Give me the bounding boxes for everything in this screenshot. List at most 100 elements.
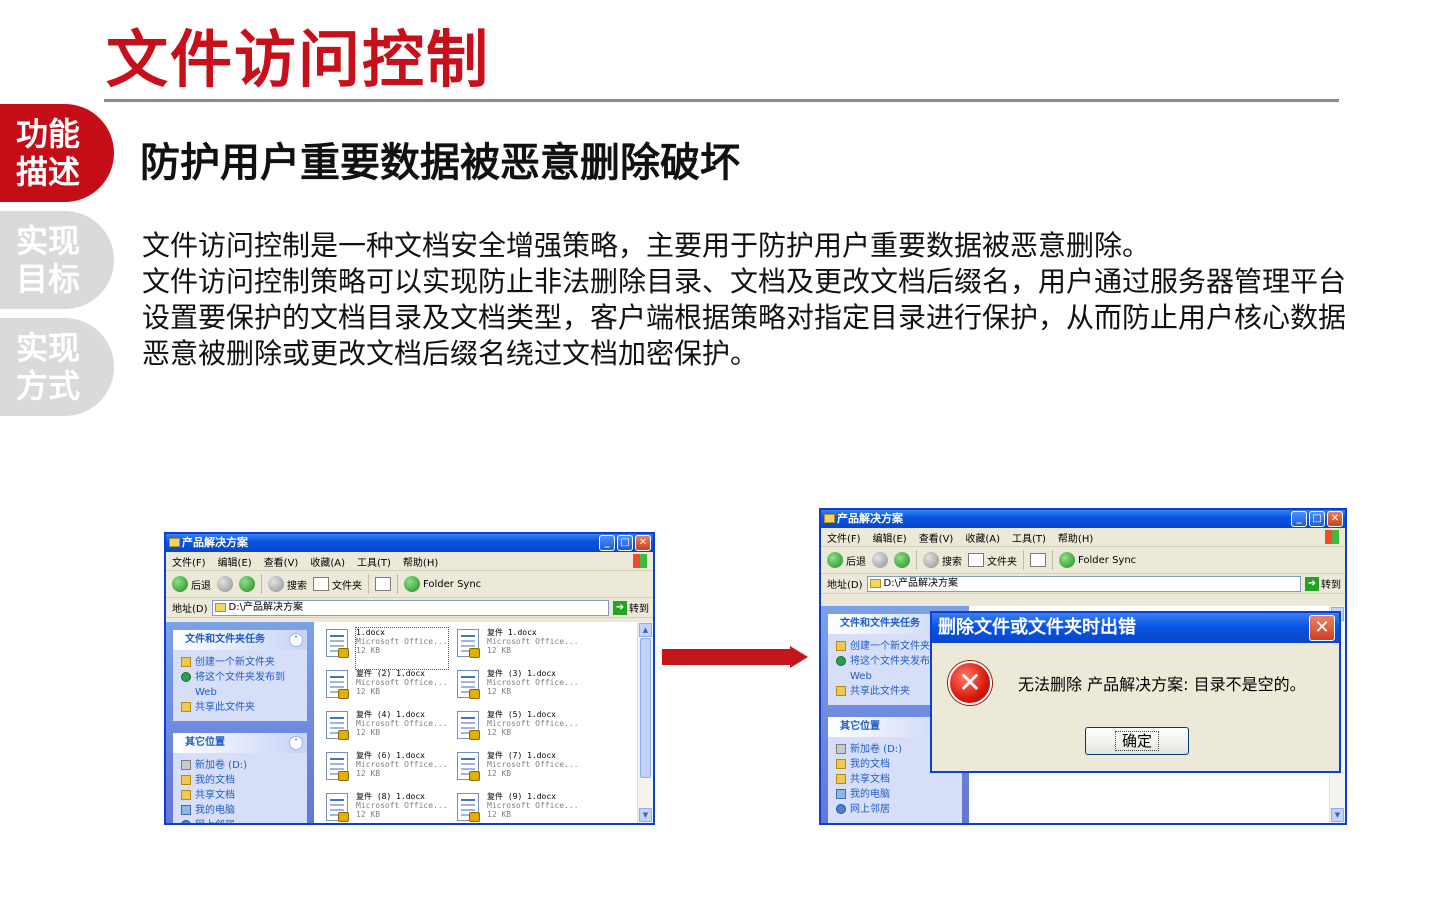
back-arrow-icon xyxy=(827,552,843,568)
file-item[interactable]: 1.docx Microsoft Office... 12 KB xyxy=(322,627,453,670)
other-places-panel: 其它位置 ˄ 新加卷 (D:) 我的文档 共享文档 我的电脑 网上邻居 xyxy=(173,733,307,823)
collapse-icon[interactable]: ˄ xyxy=(289,736,303,750)
scroll-down-icon[interactable]: ▼ xyxy=(1331,808,1344,822)
menu-favorites[interactable]: 收藏(A) xyxy=(310,554,345,569)
minimize-icon[interactable]: _ xyxy=(1291,511,1307,527)
ok-button[interactable]: 确定 xyxy=(1085,727,1189,755)
forward-button[interactable] xyxy=(872,552,888,568)
share-folder-icon xyxy=(836,686,846,696)
menu-favorites[interactable]: 收藏(A) xyxy=(965,530,1000,545)
file-item[interactable]: 复件 (6) 1.docx Microsoft Office... 12 KB xyxy=(322,751,453,792)
scroll-up-icon[interactable]: ▲ xyxy=(639,623,652,637)
folder-sync-icon xyxy=(1059,552,1075,568)
file-item[interactable]: 复件 (7) 1.docx Microsoft Office... 12 KB xyxy=(453,751,584,792)
side-tab-label: 实现 xyxy=(15,222,80,260)
maximize-icon[interactable]: □ xyxy=(1309,511,1325,527)
menu-file[interactable]: 文件(F) xyxy=(172,554,206,569)
views-button[interactable] xyxy=(375,577,391,591)
word-document-icon xyxy=(322,751,352,785)
close-icon[interactable]: ✕ xyxy=(1309,615,1335,641)
network-icon xyxy=(836,804,846,814)
search-button[interactable]: 搜索 xyxy=(923,552,962,568)
vertical-scrollbar[interactable]: ▲ ▼ xyxy=(637,622,653,823)
search-button[interactable]: 搜索 xyxy=(268,576,307,592)
file-item[interactable]: 复件 (2) 1.docx Microsoft Office... 12 KB xyxy=(322,669,453,710)
folder-sync-button[interactable]: Folder Sync xyxy=(404,576,481,592)
task-new-folder[interactable]: 创建一个新文件夹 xyxy=(181,655,301,670)
toolbar: 后退 搜索 文件夹 Folder Sync xyxy=(166,571,653,598)
go-button[interactable]: ➜ 转到 xyxy=(1305,576,1341,591)
place-my-computer[interactable]: 我的电脑 xyxy=(836,787,956,802)
maximize-icon[interactable]: □ xyxy=(617,535,633,551)
other-places-header[interactable]: 其它位置 ˄ xyxy=(173,733,307,753)
menu-tools[interactable]: 工具(T) xyxy=(357,554,391,569)
forward-button[interactable] xyxy=(217,576,233,592)
file-item[interactable]: 复件 1.docx Microsoft Office... 12 KB xyxy=(453,628,584,669)
side-tab-goal[interactable]: 实现 目标 xyxy=(0,211,114,309)
up-button[interactable] xyxy=(894,552,910,568)
collapse-icon[interactable]: ˄ xyxy=(289,633,303,647)
file-item[interactable]: 复件 (8) 1.docx Microsoft Office... 12 KB xyxy=(322,792,453,823)
folder-sync-button[interactable]: Folder Sync xyxy=(1059,552,1136,568)
place-drive-d[interactable]: 新加卷 (D:) xyxy=(181,758,301,773)
address-input[interactable]: D:\产品解决方案 xyxy=(211,599,609,616)
task-publish-web[interactable]: 将这个文件夹发布到 Web xyxy=(181,670,301,700)
up-button[interactable] xyxy=(239,576,255,592)
back-button[interactable]: 后退 xyxy=(827,552,866,568)
file-size: 12 KB xyxy=(356,728,381,737)
side-tab-label: 实现 xyxy=(15,329,80,367)
menu-view[interactable]: 查看(V) xyxy=(264,554,299,569)
menu-help[interactable]: 帮助(H) xyxy=(1058,530,1093,545)
file-name: 复件 (4) 1.docx xyxy=(356,710,425,719)
back-button[interactable]: 后退 xyxy=(172,576,211,592)
place-label: 我的电脑 xyxy=(850,789,890,800)
menu-file[interactable]: 文件(F) xyxy=(827,530,861,545)
folder-sync-icon xyxy=(404,576,420,592)
address-label: 地址(D) xyxy=(172,604,208,615)
window-titlebar: 产品解决方案 _ □ ✕ xyxy=(166,534,653,552)
menu-view[interactable]: 查看(V) xyxy=(919,530,954,545)
error-dialog: 删除文件或文件夹时出错 ✕ ✕ 无法删除 产品解决方案: 目录不是空的。 确定 xyxy=(930,611,1341,773)
menu-help[interactable]: 帮助(H) xyxy=(403,554,438,569)
place-shared-documents[interactable]: 共享文档 xyxy=(181,788,301,803)
minimize-icon[interactable]: _ xyxy=(599,535,615,551)
scroll-down-icon[interactable]: ▼ xyxy=(639,808,652,822)
explorer-body: 文件和文件夹任务˄ 创建一个新文件夹 将这个文件夹发布到 Web 共享此文件夹 … xyxy=(166,622,653,823)
toolbar-separator xyxy=(261,574,262,594)
folders-button[interactable]: 文件夹 xyxy=(968,553,1017,568)
place-my-documents[interactable]: 我的文档 xyxy=(181,773,301,788)
arrow-shaft xyxy=(662,649,790,665)
file-tasks-header[interactable]: 文件和文件夹任务 ˄ xyxy=(173,630,307,650)
side-tab-function-description[interactable]: 功能 描述 xyxy=(0,104,114,202)
views-button[interactable] xyxy=(1030,553,1046,567)
file-item[interactable]: 复件 (9) 1.docx Microsoft Office... 12 KB xyxy=(453,792,584,823)
error-icon: ✕ xyxy=(948,661,992,705)
other-places-list: 新加卷 (D:) 我的文档 共享文档 我的电脑 网上邻居 xyxy=(173,753,307,823)
place-shared-documents[interactable]: 共享文档 xyxy=(836,772,956,787)
file-item[interactable]: 复件 (5) 1.docx Microsoft Office... 12 KB xyxy=(453,710,584,751)
file-item[interactable]: 复件 (4) 1.docx Microsoft Office... 12 KB xyxy=(322,710,453,751)
close-icon[interactable]: ✕ xyxy=(635,535,651,551)
file-item[interactable]: 复件 (3) 1.docx Microsoft Office... 12 KB xyxy=(453,669,584,710)
lock-icon xyxy=(338,812,349,822)
side-tab-method[interactable]: 实现 方式 xyxy=(0,318,114,416)
menu-edit[interactable]: 编辑(E) xyxy=(218,554,252,569)
windows-logo-icon xyxy=(1325,530,1339,544)
back-label: 后退 xyxy=(846,556,866,568)
address-input[interactable]: D:\产品解决方案 xyxy=(866,575,1301,592)
scrollbar-thumb[interactable] xyxy=(640,638,651,778)
flow-arrow xyxy=(662,646,808,668)
folders-button[interactable]: 文件夹 xyxy=(313,577,362,592)
place-label: 我的电脑 xyxy=(195,805,235,816)
menu-edit[interactable]: 编辑(E) xyxy=(873,530,907,545)
place-network[interactable]: 网上邻居 xyxy=(181,818,301,823)
toolbar-separator xyxy=(1023,550,1024,570)
forward-arrow-icon xyxy=(872,552,888,568)
place-my-computer[interactable]: 我的电脑 xyxy=(181,803,301,818)
place-network[interactable]: 网上邻居 xyxy=(836,802,956,817)
menu-tools[interactable]: 工具(T) xyxy=(1012,530,1046,545)
close-icon[interactable]: ✕ xyxy=(1327,511,1343,527)
file-name: 复件 1.docx xyxy=(487,628,537,637)
go-button[interactable]: ➜ 转到 xyxy=(613,600,649,615)
task-share-folder[interactable]: 共享此文件夹 xyxy=(181,700,301,715)
